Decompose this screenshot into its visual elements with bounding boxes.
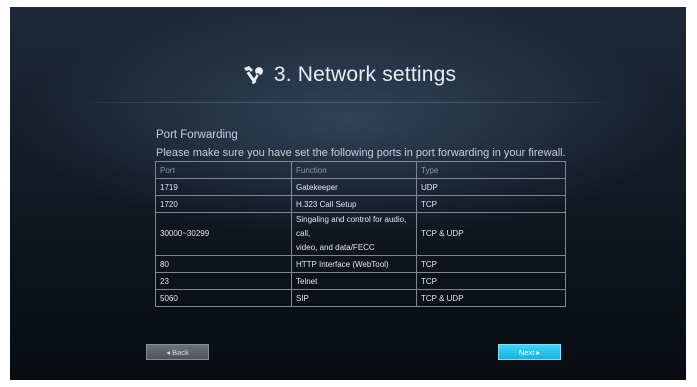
table-row: 5060 SIP TCP & UDP (155, 289, 566, 307)
table-row: 1719 Gatekeeper UDP (155, 178, 566, 196)
function-cell: H.323 Call Setup (291, 195, 417, 213)
column-header-type: Type (416, 161, 566, 179)
port-cell: 5060 (155, 289, 292, 307)
header-divider (70, 102, 626, 103)
table-row: 80 HTTP Interface (WebTool) TCP (155, 255, 566, 273)
type-cell: TCP & UDP (416, 289, 566, 307)
function-cell: SIP (291, 289, 417, 307)
next-button[interactable]: Next ▸ (498, 344, 561, 360)
back-button[interactable]: ◂ Back (146, 344, 209, 360)
port-cell: 23 (155, 272, 292, 290)
tools-icon (240, 62, 266, 88)
function-cell: HTTP Interface (WebTool) (291, 255, 417, 273)
table-header-row: Port Function Type (155, 161, 566, 179)
port-cell: 30000~30299 (155, 212, 292, 256)
instruction-text: Please make sure you have set the follow… (156, 147, 566, 159)
port-cell: 80 (155, 255, 292, 273)
type-cell: TCP (416, 255, 566, 273)
port-cell: 1720 (155, 195, 292, 213)
section-title: Port Forwarding (156, 129, 238, 141)
type-cell: TCP & UDP (416, 212, 566, 256)
settings-screen: 3. Network settings Port Forwarding Plea… (10, 7, 686, 380)
function-cell: Telnet (291, 272, 417, 290)
page-title: 3. Network settings (273, 63, 457, 86)
port-cell: 1719 (155, 178, 292, 196)
port-table: Port Function Type 1719 Gatekeeper UDP 1… (155, 161, 566, 307)
function-line: Singaling and control for audio, call, (296, 215, 407, 238)
page-header: 3. Network settings (10, 55, 686, 95)
type-cell: UDP (416, 178, 566, 196)
table-row: 30000~30299 Singaling and control for au… (155, 212, 566, 256)
type-cell: TCP (416, 195, 566, 213)
function-line: video, and data/FECC (296, 243, 375, 252)
column-header-function: Function (291, 161, 417, 179)
type-cell: TCP (416, 272, 566, 290)
table-row: 1720 H.323 Call Setup TCP (155, 195, 566, 213)
function-cell: Singaling and control for audio, call, v… (291, 212, 417, 256)
function-cell: Gatekeeper (291, 178, 417, 196)
column-header-port: Port (155, 161, 292, 179)
table-row: 23 Telnet TCP (155, 272, 566, 290)
